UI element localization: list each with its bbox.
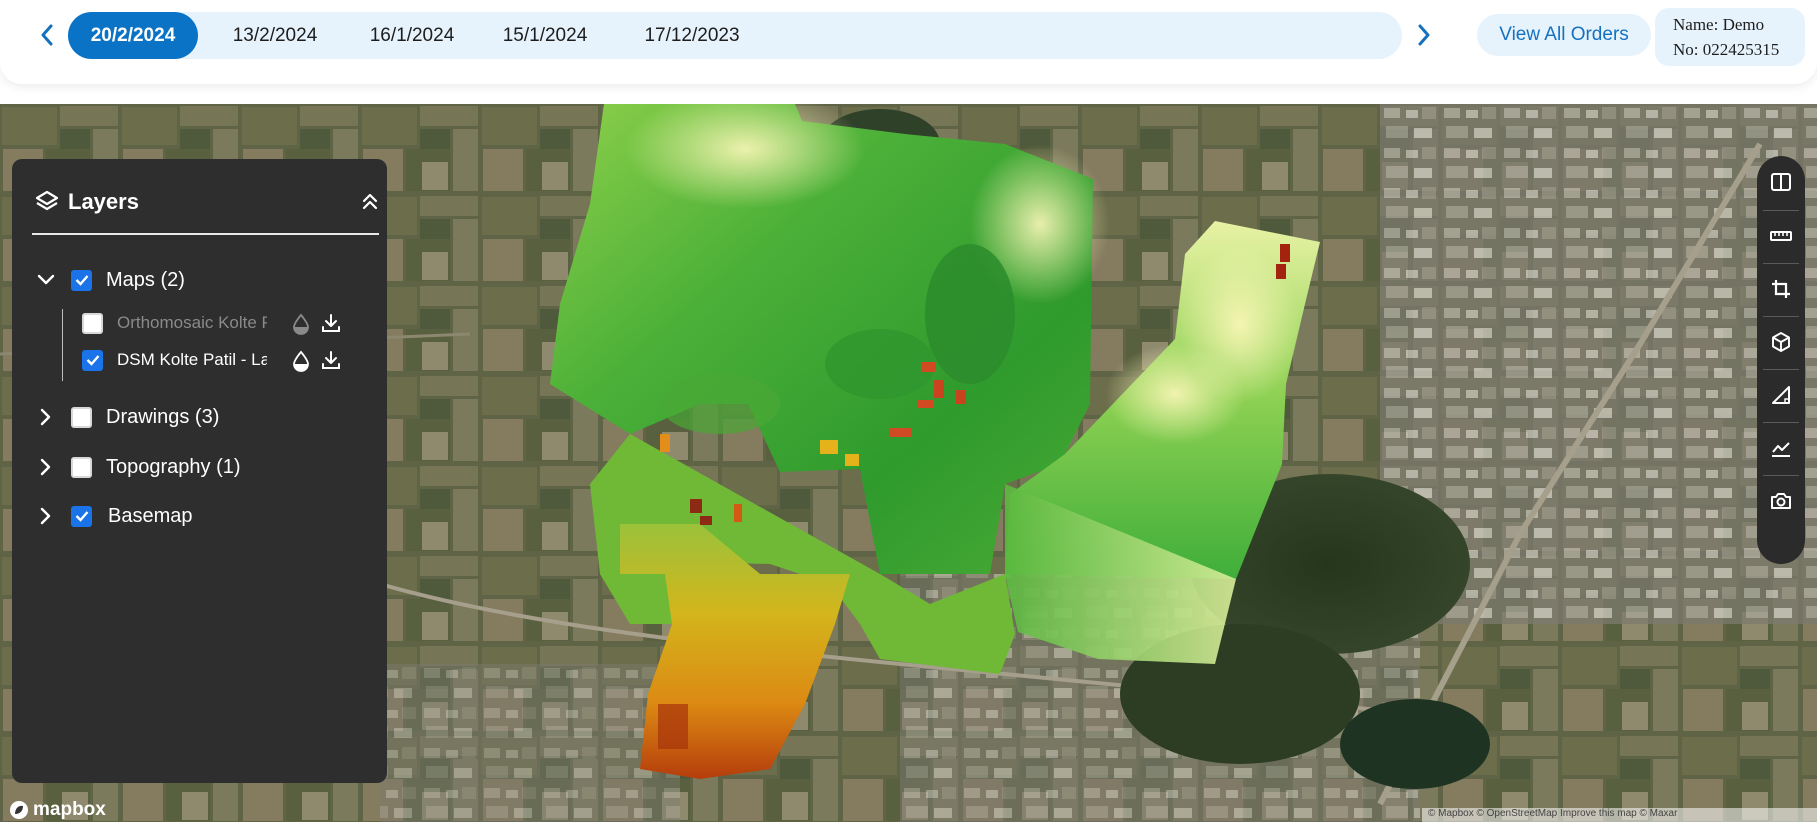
map-tools-toolbar [1757,156,1805,564]
toolbar-divider [1763,422,1799,423]
elevation-profile-button[interactable] [1757,424,1805,472]
chevron-down-icon[interactable] [35,269,57,291]
layers-panel: Layers Maps (2) Orthomosaic Kolte Patil … [12,159,387,783]
topography-group-label: Topography (1) [106,455,241,478]
collapse-panel-icon[interactable] [361,191,379,213]
checkmark-icon [86,355,99,366]
layers-title: Layers [68,189,139,214]
drawings-group-label: Drawings (3) [106,405,220,428]
date-tab-2[interactable]: 13/2/2024 [210,12,340,59]
next-date-button[interactable] [1411,22,1437,48]
date-strip: 20/2/2024 13/2/2024 16/1/2024 15/1/2024 … [68,12,1402,59]
date-tab-5[interactable]: 17/12/2023 [617,12,767,59]
dsm-checkbox[interactable] [82,349,103,371]
view-all-orders-button[interactable]: View All Orders [1477,14,1651,56]
volume-3d-button[interactable] [1757,318,1805,366]
layer-item-dsm[interactable]: DSM Kolte Patil - Lavasa [82,345,267,375]
layers-icon [35,190,59,211]
toolbar-divider [1763,316,1799,317]
dsm-label: DSM Kolte Patil - Lavasa [117,350,267,369]
layer-group-basemap[interactable]: Basemap [35,501,193,531]
measure-area-button[interactable] [1757,371,1805,419]
orthomosaic-checkbox[interactable] [82,312,103,334]
toolbar-divider [1763,369,1799,370]
checkmark-icon [75,275,88,286]
layer-item-orthomosaic[interactable]: Orthomosaic Kolte Patil [82,308,267,338]
download-icon[interactable] [320,312,342,334]
cube-3d-icon [1772,332,1790,352]
tree-connector-line [62,309,63,381]
download-icon[interactable] [320,349,342,371]
layers-header: Layers [32,183,379,235]
top-bar: 20/2/2024 13/2/2024 16/1/2024 15/1/2024 … [0,0,1817,84]
camera-icon [1771,493,1791,509]
topography-checkbox[interactable] [71,456,92,478]
date-tab-4[interactable]: 15/1/2024 [480,12,610,59]
layer-group-maps[interactable]: Maps (2) [35,265,185,295]
maps-checkbox[interactable] [71,269,92,291]
chevron-right-icon[interactable] [35,406,57,428]
elevation-profile-icon [1772,442,1790,457]
date-tab-1[interactable]: 20/2/2024 [68,12,198,59]
mapbox-logo-icon [10,801,28,819]
area-triangle-icon [1772,386,1790,404]
toolbar-divider [1763,263,1799,264]
date-tab-3[interactable]: 16/1/2024 [347,12,477,59]
opacity-drop-icon[interactable] [290,313,312,335]
orthomosaic-label: Orthomosaic Kolte Patil [117,313,267,332]
basemap-checkbox[interactable] [71,505,92,527]
chevron-right-icon[interactable] [35,505,57,527]
map-attribution[interactable]: © Mapbox © OpenStreetMap Improve this ma… [1422,808,1817,822]
drawings-checkbox[interactable] [71,406,92,428]
maps-group-label: Maps (2) [106,268,185,291]
checkmark-icon [75,511,88,522]
user-name: Name: Demo [1673,15,1765,34]
split-view-icon [1771,173,1791,191]
measure-distance-button[interactable] [1757,212,1805,260]
screenshot-button[interactable] [1757,477,1805,525]
basemap-group-label: Basemap [108,504,193,527]
user-info-card: Name: Demo No: 022425315 [1655,8,1805,66]
previous-date-button[interactable] [34,22,60,48]
user-number: No: 022425315 [1673,40,1780,59]
layer-group-topography[interactable]: Topography (1) [35,452,241,482]
mapbox-logo-text: mapbox [33,799,106,820]
chevron-right-icon [1418,24,1430,46]
crop-button[interactable] [1757,265,1805,313]
chevron-right-icon[interactable] [35,456,57,478]
opacity-drop-icon[interactable] [290,350,312,372]
crop-icon [1772,280,1790,298]
mapbox-logo[interactable]: mapbox [8,798,106,822]
split-view-button[interactable] [1757,158,1805,206]
ruler-icon [1770,231,1792,241]
toolbar-divider [1763,475,1799,476]
layer-group-drawings[interactable]: Drawings (3) [35,402,219,432]
chevron-left-icon [41,24,53,46]
toolbar-divider [1763,210,1799,211]
